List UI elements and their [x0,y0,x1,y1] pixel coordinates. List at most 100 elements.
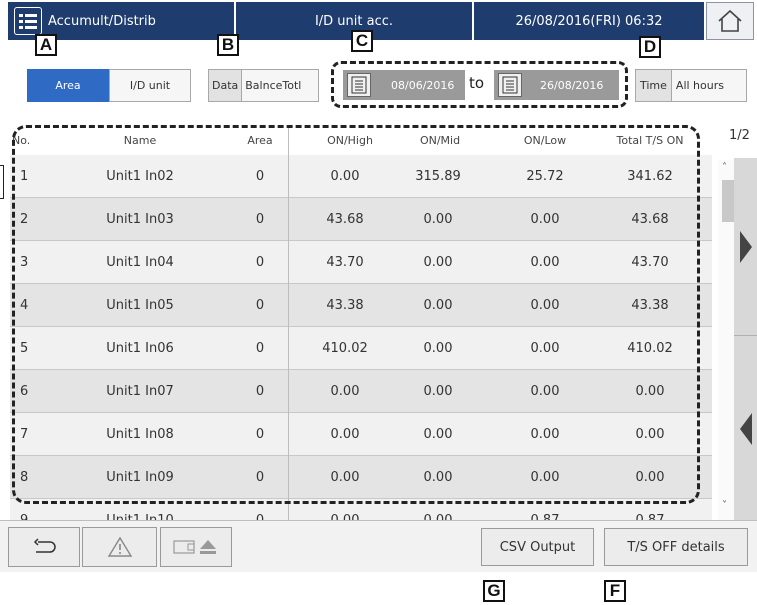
ts-off-details-button[interactable]: T/S OFF details [604,528,748,566]
cell-on-low: 0.00 [530,254,560,270]
page-indicator: 1/2 [729,128,750,143]
col-total: Total T/S ON [616,133,684,147]
cell-name: Unit1 In08 [106,426,174,442]
mode-idunit-button[interactable]: I/D unit [109,69,191,102]
cell-name: Unit1 In04 [106,254,174,270]
table-row[interactable]: 9 Unit1 In10 0 0.00 0.00 0.87 0.87 [10,499,712,520]
cell-no: 4 [20,297,29,313]
scroll-down-icon[interactable]: ˅ [722,500,727,511]
column-divider [288,125,289,520]
cell-on-low: 0.00 [530,340,560,356]
cell-on-low: 0.87 [530,512,560,521]
table-row[interactable]: 3 Unit1 In04 0 43.70 0.00 0.00 43.70 [10,241,712,284]
triangle-left-icon [739,413,752,445]
title-bar: Accumult/Distrib I/D unit acc. 26/08/201… [8,2,754,40]
cell-area: 0 [255,340,265,356]
cell-on-mid: 0.00 [423,297,453,313]
cell-on-mid: 0.00 [423,512,453,521]
table-row[interactable]: 6 Unit1 In07 0 0.00 0.00 0.00 0.00 [10,370,712,413]
triangle-right-icon [739,230,752,263]
scroll-up-icon[interactable]: ˄ [722,162,727,173]
col-on-low: ON/Low [523,133,567,147]
menu-icon[interactable] [14,7,42,35]
cell-on-low: 0.00 [530,383,560,399]
cell-no: 5 [20,340,29,356]
col-name: Name [123,133,157,147]
table-row[interactable]: 2 Unit1 In03 0 43.68 0.00 0.00 43.68 [10,198,712,241]
cell-name: Unit1 In03 [106,211,174,227]
alarm-button[interactable] [82,527,157,567]
cell-on-mid: 0.00 [423,254,453,270]
date-to-button[interactable]: 26/08/2016 [494,70,619,100]
prev-page-button[interactable] [734,338,757,520]
date-to-value: 26/08/2016 [540,78,604,92]
marker-g: G [483,580,505,602]
date-from-button[interactable]: 08/06/2016 [343,70,465,100]
marker-d: D [639,36,661,58]
cell-area: 0 [255,512,265,521]
scroll-thumb[interactable] [722,180,734,222]
mode-area-button[interactable]: Area [27,69,109,102]
datetime-area: 26/08/2016(FRI) 06:32 [474,2,704,40]
data-selector[interactable]: Data BalnceTotl [208,69,319,102]
cell-on-low: 0.00 [530,469,560,485]
cell-name: Unit1 In07 [106,383,174,399]
data-selector-value: BalnceTotl [245,79,302,92]
cell-on-high: 0.00 [330,383,360,399]
col-on-high: ON/High [327,133,373,147]
usb-eject-icon [173,540,216,554]
marker-f: F [604,580,626,602]
cell-name: Unit1 In06 [106,340,174,356]
next-page-button[interactable] [734,158,757,336]
date-from-value: 08/06/2016 [391,78,455,92]
cell-on-mid: 315.89 [415,168,461,184]
cell-total: 43.68 [631,211,669,227]
time-selector[interactable]: Time All hours [635,69,747,102]
cell-on-high: 0.00 [330,426,360,442]
marker-c: C [351,30,373,52]
eject-button[interactable] [160,527,232,567]
home-button[interactable] [706,2,754,40]
cell-no: 7 [20,426,29,442]
cell-total: 0.00 [635,383,665,399]
cell-on-high: 410.02 [322,340,368,356]
cell-on-low: 0.00 [530,297,560,313]
cell-on-low: 0.00 [530,426,560,442]
cell-name: Unit1 In05 [106,297,174,313]
cell-no: 3 [20,254,29,270]
table-row[interactable]: 7 Unit1 In08 0 0.00 0.00 0.00 0.00 [10,413,712,456]
cell-on-high: 0.00 [330,168,360,184]
cell-on-mid: 0.00 [423,383,453,399]
cell-total: 43.70 [631,254,669,270]
cell-on-mid: 0.00 [423,340,453,356]
col-no: No. [12,133,31,147]
cell-no: 2 [20,211,29,227]
screen-title: I/D unit acc. [314,13,394,29]
cell-name: Unit1 In02 [106,168,174,184]
cell-on-mid: 0.00 [423,211,453,227]
left-edge-marker [0,165,4,199]
cell-total: 0.87 [635,512,665,521]
cell-on-high: 43.70 [326,254,364,270]
time-selector-value: All hours [675,79,724,92]
page-nav-panel [734,158,757,520]
csv-output-button[interactable]: CSV Output [481,528,594,566]
table-row[interactable]: 1 Unit1 In02 0 0.00 315.89 25.72 341.62 [10,155,712,198]
cell-total: 410.02 [627,340,673,356]
marker-a: A [35,34,57,56]
cell-on-high: 0.00 [330,512,360,521]
cell-no: 6 [20,383,29,399]
calendar-icon [498,73,522,97]
back-button[interactable] [8,527,80,567]
marker-b: B [217,34,239,56]
cell-on-high: 0.00 [330,469,360,485]
cell-on-high: 43.38 [326,297,364,313]
table-row[interactable]: 8 Unit1 In09 0 0.00 0.00 0.00 0.00 [10,456,712,499]
cell-area: 0 [255,469,265,485]
cell-on-mid: 0.00 [423,469,453,485]
warning-icon [107,536,132,557]
table-row[interactable]: 4 Unit1 In05 0 43.38 0.00 0.00 43.38 [10,284,712,327]
cell-area: 0 [255,297,265,313]
cell-total: 0.00 [635,469,665,485]
table-row[interactable]: 5 Unit1 In06 0 410.02 0.00 0.00 410.02 [10,327,712,370]
